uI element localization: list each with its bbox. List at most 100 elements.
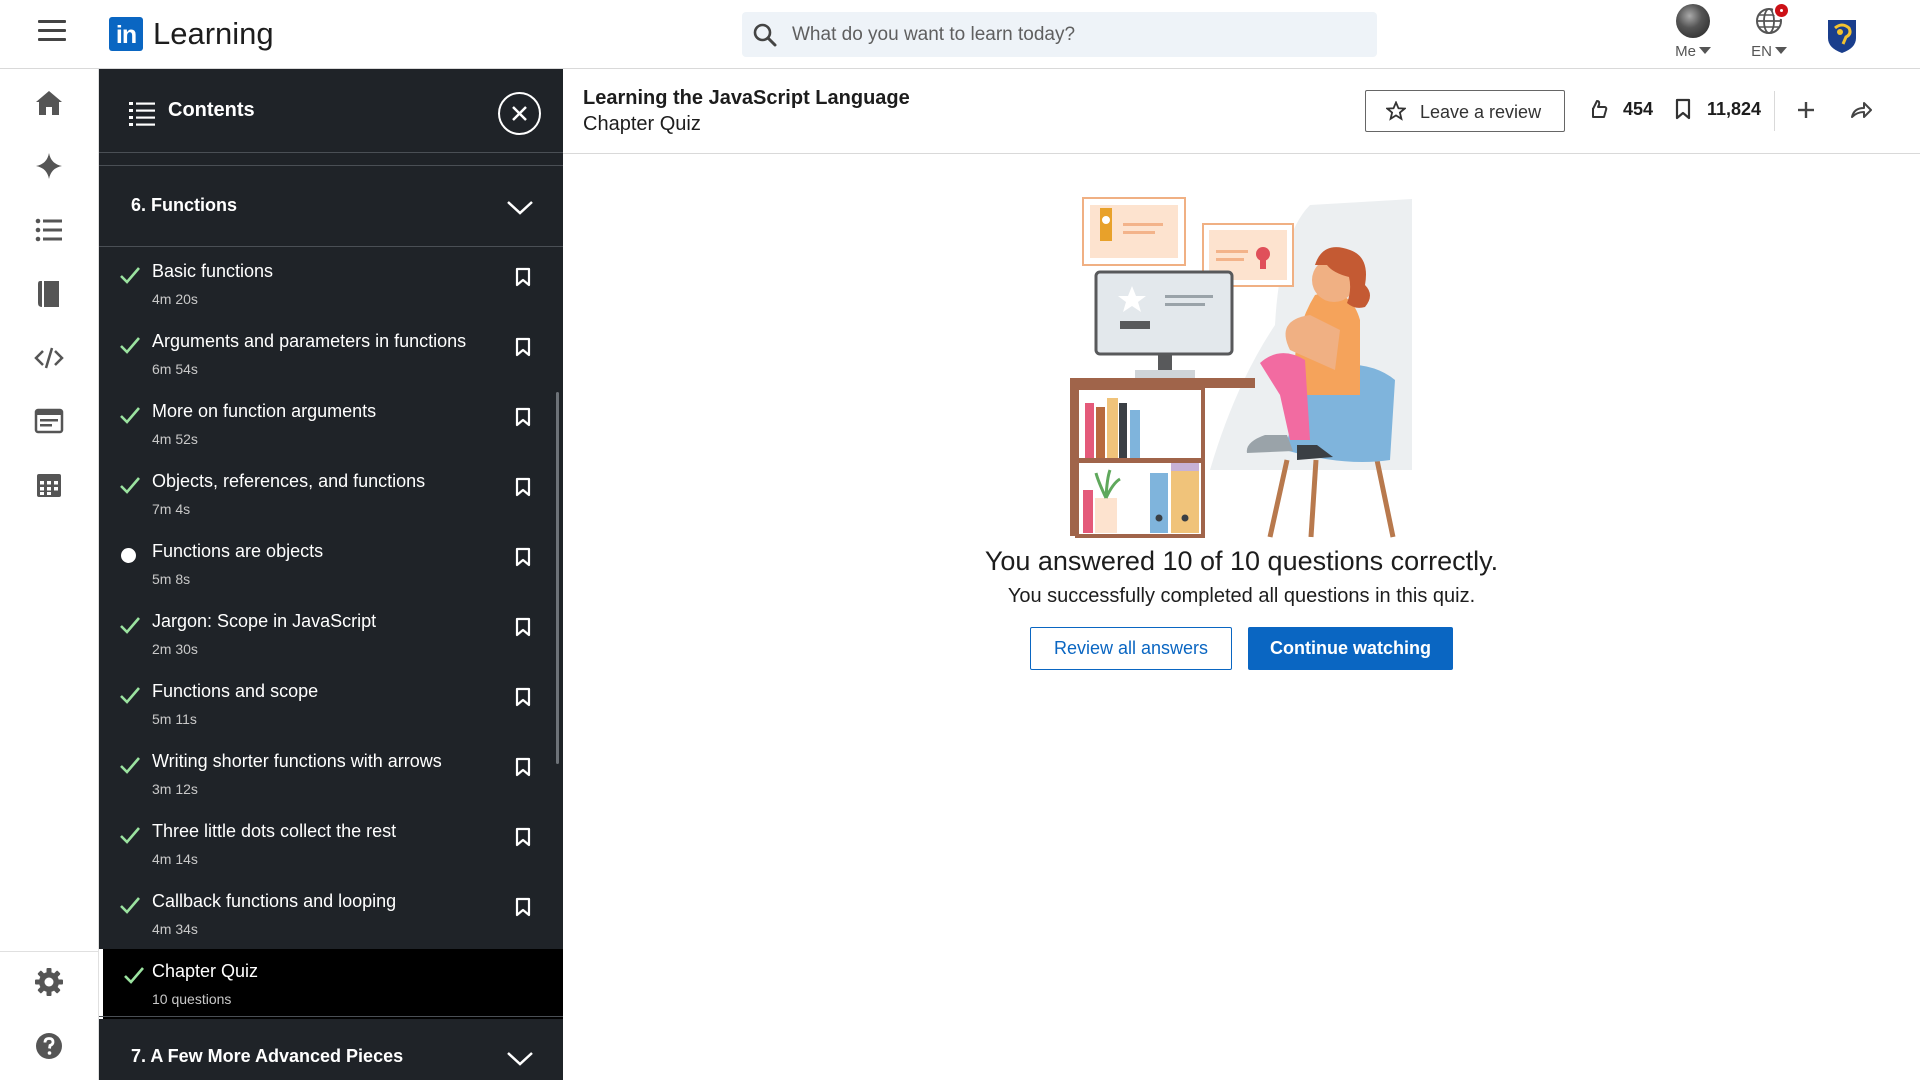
contents-item[interactable]: Jargon: Scope in JavaScript 2m 30s — [99, 599, 563, 669]
check-icon — [119, 895, 140, 915]
help-icon[interactable] — [33, 1030, 65, 1062]
bookmark-icon[interactable] — [515, 617, 531, 642]
contents-item-duration: 6m 54s — [152, 361, 198, 377]
code-icon[interactable] — [33, 342, 65, 374]
avatar — [1676, 4, 1710, 38]
left-rail — [0, 69, 99, 1080]
quiz-result-subtitle: You successfully completed all questions… — [1007, 585, 1476, 607]
list-icon[interactable] — [33, 214, 65, 246]
close-icon — [512, 106, 527, 121]
contents-item[interactable]: Three little dots collect the rest 4m 14s — [99, 809, 563, 879]
bookmark-icon[interactable] — [515, 897, 531, 922]
chevron-down-icon — [507, 201, 533, 215]
check-icon — [119, 615, 140, 635]
calendar-icon[interactable] — [33, 469, 65, 501]
contents-item-duration: 3m 12s — [152, 781, 198, 797]
contents-item-duration: 4m 20s — [152, 291, 198, 307]
gear-icon[interactable] — [33, 966, 65, 998]
notification-badge — [1773, 2, 1790, 19]
check-icon — [119, 405, 140, 425]
linkedin-logo[interactable]: in — [109, 17, 143, 51]
section-title: 6. Functions — [131, 195, 238, 215]
check-icon — [119, 335, 140, 355]
contents-item-title: Basic functions — [152, 261, 274, 281]
section-advanced-pieces[interactable]: 7. A Few More Advanced Pieces — [99, 1016, 563, 1080]
continue-watching-button[interactable]: Continue watching — [1248, 627, 1453, 670]
leave-review-button[interactable]: Leave a review — [1365, 90, 1565, 132]
like-icon[interactable] — [1588, 98, 1610, 120]
menu-icon[interactable] — [38, 20, 66, 44]
contents-item[interactable]: Functions and scope 5m 11s — [99, 669, 563, 739]
check-icon — [123, 965, 144, 985]
book-icon[interactable] — [33, 278, 65, 310]
contents-panel: Contents 6. Functions Basic functions 4m … — [99, 69, 563, 1080]
document-icon[interactable] — [33, 405, 65, 437]
contents-item-title: Arguments and parameters in functions — [152, 331, 467, 351]
contents-item[interactable]: Objects, references, and functions 7m 4s — [99, 459, 563, 529]
search-bar[interactable] — [742, 12, 1377, 57]
star-icon — [1386, 101, 1406, 121]
bookmark-icon[interactable] — [515, 267, 531, 292]
course-title[interactable]: Learning the JavaScript Language — [583, 87, 910, 110]
check-icon — [119, 825, 140, 845]
language-menu[interactable]: EN — [1744, 2, 1794, 61]
contents-item-duration: 4m 34s — [152, 921, 198, 937]
close-button[interactable] — [498, 92, 541, 135]
contents-item[interactable]: Functions are objects 5m 8s — [99, 529, 563, 599]
contents-item-title: More on function arguments — [152, 401, 377, 421]
contents-item[interactable]: More on function arguments 4m 52s — [99, 389, 563, 459]
scrollbar[interactable] — [556, 392, 559, 764]
contents-list: Basic functions 4m 20s Arguments and param… — [99, 249, 563, 1019]
contents-item-title: Functions are objects — [152, 541, 324, 561]
sparkle-icon[interactable] — [33, 150, 65, 182]
contents-item[interactable]: Writing shorter functions with arrows 3m … — [99, 739, 563, 809]
home-icon[interactable] — [33, 87, 65, 119]
contents-item-title: Callback functions and looping — [152, 891, 397, 911]
leave-review-label: Leave a review — [1420, 102, 1542, 122]
contents-item-title: Jargon: Scope in JavaScript — [152, 611, 377, 631]
check-icon — [119, 475, 140, 495]
contents-item-duration: 5m 8s — [152, 571, 191, 587]
organization-logo[interactable] — [1826, 16, 1858, 54]
contents-header: Contents — [99, 69, 563, 153]
bookmark-icon[interactable] — [1674, 98, 1692, 120]
brand-name[interactable]: Learning — [153, 16, 274, 52]
me-label: Me — [1675, 43, 1696, 60]
language-label: EN — [1751, 43, 1772, 60]
contents-item-duration: 10 questions — [152, 991, 232, 1007]
contents-item[interactable]: Chapter Quiz 10 questions — [99, 949, 563, 1019]
caret-down-icon — [1698, 47, 1711, 54]
saves-count: 11,824 — [1707, 99, 1762, 119]
contents-item-title: Chapter Quiz — [152, 961, 259, 981]
contents-item-duration: 5m 11s — [152, 711, 197, 727]
bookmark-icon[interactable] — [515, 827, 531, 852]
bookmark-icon[interactable] — [515, 337, 531, 362]
section-functions[interactable]: 6. Functions — [99, 165, 563, 247]
course-header: Learning the JavaScript Language Chapter… — [563, 69, 1920, 154]
contents-title: Contents — [168, 99, 255, 121]
contents-item[interactable]: Callback functions and looping 4m 34s — [99, 879, 563, 949]
share-icon[interactable] — [1850, 100, 1872, 120]
review-all-answers-button[interactable]: Review all answers — [1030, 627, 1232, 670]
likes-count: 454 — [1623, 99, 1654, 119]
contents-item[interactable]: Arguments and parameters in functions 6m … — [99, 319, 563, 389]
bookmark-icon[interactable] — [515, 757, 531, 782]
contents-item-duration: 2m 30s — [152, 641, 198, 657]
in-progress-dot-icon — [121, 548, 136, 563]
chevron-down-icon — [507, 1052, 533, 1066]
me-menu[interactable]: Me — [1668, 4, 1718, 61]
check-icon — [119, 265, 140, 285]
contents-item-title: Writing shorter functions with arrows — [152, 751, 442, 771]
bookmark-icon[interactable] — [515, 477, 531, 502]
contents-item-duration: 4m 52s — [152, 431, 198, 447]
search-input[interactable] — [792, 12, 1352, 57]
contents-item[interactable]: Basic functions 4m 20s — [99, 249, 563, 319]
bookmark-icon[interactable] — [515, 547, 531, 572]
add-icon[interactable] — [1796, 100, 1816, 120]
check-icon — [119, 755, 140, 775]
rail-divider — [0, 951, 99, 952]
bookmark-icon[interactable] — [515, 407, 531, 432]
bookmark-icon[interactable] — [515, 687, 531, 712]
check-icon — [119, 685, 140, 705]
contents-item-duration: 7m 4s — [152, 501, 191, 517]
